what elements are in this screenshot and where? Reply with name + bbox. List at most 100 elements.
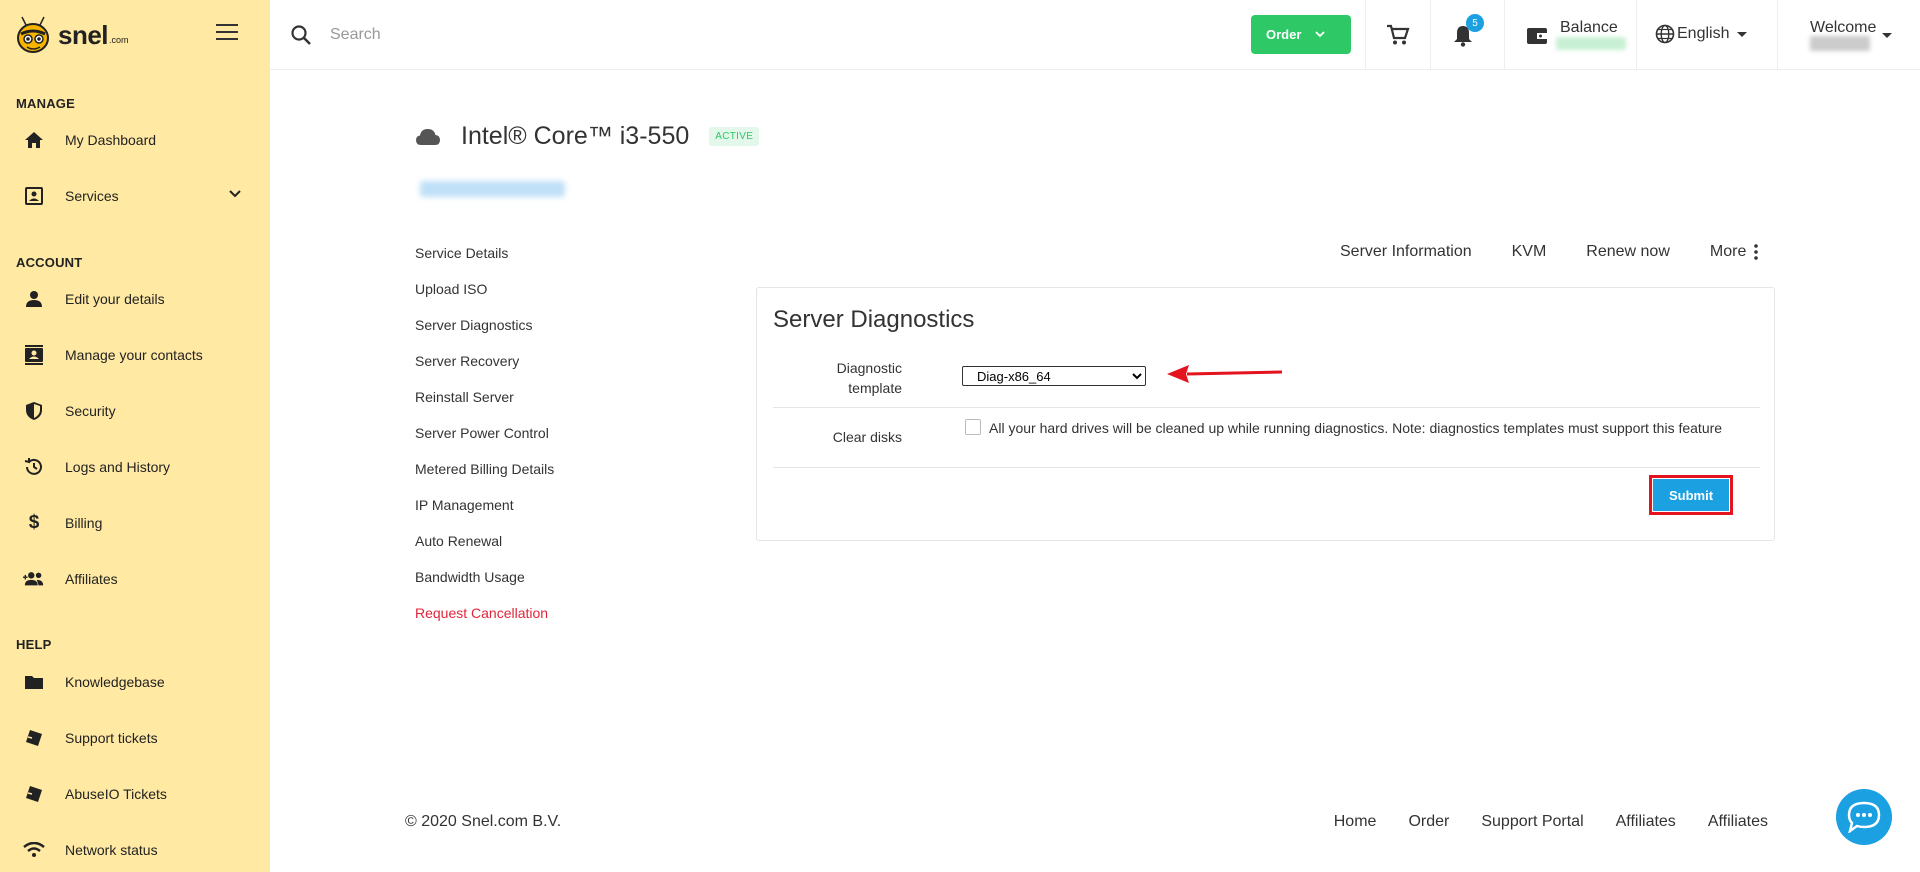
sidebar-item-abuseio-tickets[interactable]: AbuseIO Tickets	[0, 774, 270, 814]
sidebar-item-knowledgebase[interactable]: Knowledgebase	[0, 662, 270, 702]
service-nav-item-ip-management[interactable]: IP Management	[415, 495, 554, 531]
tab-renew-now[interactable]: Renew now	[1586, 243, 1670, 261]
footer-link-support-portal[interactable]: Support Portal	[1481, 813, 1583, 831]
footer-link-order[interactable]: Order	[1408, 813, 1449, 831]
clear-disks-checkbox[interactable]	[965, 419, 981, 435]
clear-disks-label: Clear disks	[832, 429, 902, 445]
sidebar-item-label: AbuseIO Tickets	[65, 786, 167, 802]
chevron-down-icon	[1315, 31, 1326, 38]
tab-server-information[interactable]: Server Information	[1340, 243, 1472, 261]
top-bar: Order 5 Balance English Welcome	[270, 0, 1920, 70]
caret-down-icon	[1737, 31, 1748, 37]
footer-link-affiliates[interactable]: Affiliates	[1616, 813, 1676, 831]
service-nav-item-upload-iso[interactable]: Upload ISO	[415, 279, 554, 315]
service-nav-item-metered-billing[interactable]: Metered Billing Details	[415, 459, 554, 495]
balance-label: Balance	[1560, 19, 1618, 36]
service-nav-item-server-diagnostics[interactable]: Server Diagnostics	[415, 315, 554, 351]
sidebar-item-label: Logs and History	[65, 459, 171, 475]
sidebar-item-label: Network status	[65, 842, 158, 858]
footer-link-home[interactable]: Home	[1334, 813, 1377, 831]
cart-icon[interactable]	[1386, 24, 1410, 46]
search-input[interactable]	[330, 20, 930, 50]
section-manage: MANAGE	[16, 96, 75, 111]
service-tabs: Server Information KVM Renew now More	[1340, 243, 1759, 261]
more-label: More	[1709, 243, 1747, 260]
dollar-icon: $	[28, 512, 40, 533]
annotation-arrow-icon	[1167, 365, 1283, 383]
service-nav-item-bandwidth-usage[interactable]: Bandwidth Usage	[415, 567, 554, 603]
tab-kvm[interactable]: KVM	[1512, 243, 1547, 261]
cloud-icon	[416, 128, 440, 145]
language-selector[interactable]: English	[1655, 24, 1748, 44]
sidebar-item-dashboard[interactable]: My Dashboard	[0, 120, 270, 160]
footer-links: Home Order Support Portal Affiliates Aff…	[1302, 813, 1768, 831]
service-nav-item-server-recovery[interactable]: Server Recovery	[415, 351, 554, 387]
more-vertical-icon	[1754, 244, 1759, 260]
sidebar-item-network-status[interactable]: Network status	[0, 830, 270, 870]
section-help: HELP	[16, 637, 52, 652]
sidebar-item-logs[interactable]: Logs and History	[0, 447, 270, 487]
language-label: English	[1677, 25, 1730, 42]
diagnostic-template-label-line2: template	[848, 380, 902, 396]
caret-down-icon[interactable]	[1882, 33, 1892, 38]
section-account: ACCOUNT	[16, 255, 83, 270]
footer-link-affiliates-2[interactable]: Affiliates	[1708, 813, 1768, 831]
page-title: Intel® Core™ i3-550	[461, 122, 690, 150]
home-icon	[23, 129, 45, 151]
sidebar-item-support-tickets[interactable]: Support tickets	[0, 718, 270, 758]
service-nav-item-service-details[interactable]: Service Details	[415, 243, 554, 279]
sidebar-item-contacts[interactable]: Manage your contacts	[0, 335, 270, 375]
sidebar: snel .com MANAGE My Dashboard Services A…	[0, 0, 270, 872]
clear-disks-description: All your hard drives will be cleaned up …	[989, 420, 1723, 436]
person-icon	[23, 288, 45, 310]
order-label: Order	[1266, 27, 1302, 42]
sidebar-item-edit-details[interactable]: Edit your details	[0, 279, 270, 319]
sidebar-item-services[interactable]: Services	[0, 176, 270, 216]
bee-logo-icon	[17, 16, 49, 53]
folder-icon	[23, 671, 45, 693]
submit-button[interactable]: Submit	[1653, 479, 1729, 511]
wifi-icon	[23, 839, 45, 861]
divider	[1504, 0, 1505, 70]
notification-badge: 5	[1466, 14, 1484, 32]
sidebar-item-security[interactable]: Security	[0, 391, 270, 431]
brand-name: snel	[58, 19, 109, 50]
group-icon	[23, 568, 45, 590]
brand-suffix: .com	[109, 35, 129, 45]
tab-more[interactable]: More	[1709, 243, 1759, 261]
divider	[1636, 0, 1637, 70]
chat-bubble-icon	[1847, 801, 1881, 833]
chevron-down-icon	[229, 190, 241, 198]
globe-icon	[1655, 24, 1675, 44]
brand-logo[interactable]: snel .com	[12, 12, 129, 58]
diagnostic-template-select[interactable]: Diag-x86_64	[962, 366, 1146, 386]
service-header: Intel® Core™ i3-550 ACTIVE	[415, 122, 760, 151]
sidebar-item-label: Support tickets	[65, 730, 158, 746]
sidebar-item-label: Services	[65, 188, 119, 204]
sidebar-item-affiliates[interactable]: Affiliates	[0, 559, 270, 599]
divider	[1777, 0, 1778, 70]
status-badge: ACTIVE	[709, 127, 760, 146]
wallet-icon	[1527, 28, 1547, 44]
order-button[interactable]: Order	[1251, 15, 1351, 54]
sidebar-item-label: Affiliates	[65, 571, 118, 587]
contacts-icon	[23, 344, 45, 366]
welcome-label[interactable]: Welcome	[1810, 19, 1876, 37]
sidebar-item-label: Security	[65, 403, 116, 419]
history-icon	[23, 456, 45, 478]
ticket-icon	[23, 727, 45, 749]
divider	[773, 467, 1760, 468]
service-nav: Service Details Upload ISO Server Diagno…	[415, 243, 554, 639]
chat-button[interactable]	[1836, 789, 1892, 845]
sidebar-item-billing[interactable]: $ Billing	[0, 503, 270, 543]
service-nav-item-request-cancellation[interactable]: Request Cancellation	[415, 603, 554, 639]
services-icon	[23, 185, 45, 207]
search-icon	[291, 25, 311, 45]
service-nav-item-power-control[interactable]: Server Power Control	[415, 423, 554, 459]
menu-toggle-icon[interactable]	[216, 24, 238, 40]
user-name	[1810, 36, 1870, 51]
service-nav-item-reinstall-server[interactable]: Reinstall Server	[415, 387, 554, 423]
shield-icon	[23, 400, 45, 422]
card-title: Server Diagnostics	[773, 306, 975, 333]
service-nav-item-auto-renewal[interactable]: Auto Renewal	[415, 531, 554, 567]
